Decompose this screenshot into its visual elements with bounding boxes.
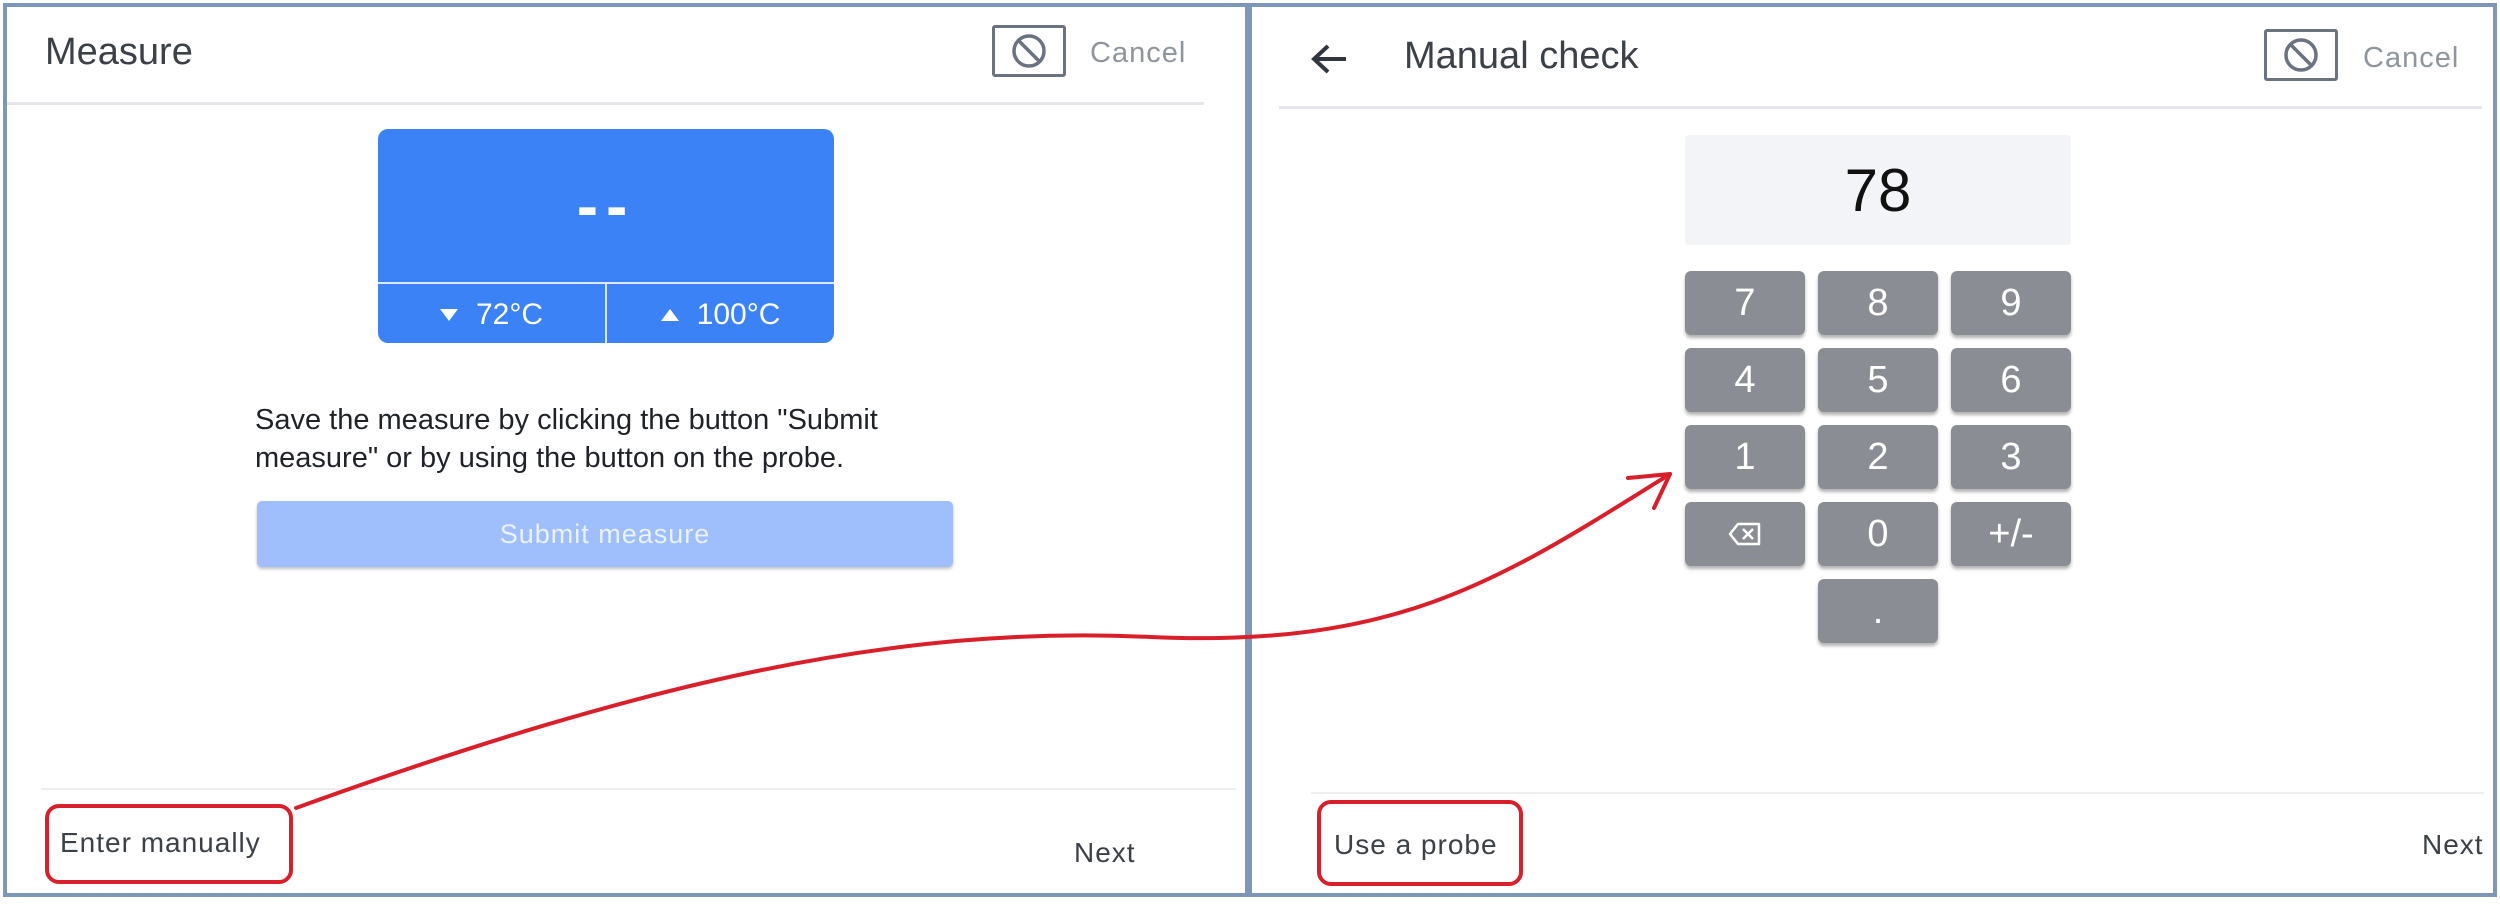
next-button[interactable]: Next (1074, 837, 1136, 869)
cancel-button[interactable]: Cancel (1090, 37, 1186, 70)
cancel-icon-button[interactable] (992, 25, 1066, 77)
measure-display: -- 72°C 100°C (378, 129, 834, 343)
manual-check-screen: Manual check Cancel 78 7 8 9 4 5 6 1 2 3… (1249, 3, 2497, 897)
key-4[interactable]: 4 (1685, 348, 1805, 412)
annotation-highlight-enter-manually (45, 804, 293, 884)
range-max-value: 100°C (696, 297, 781, 331)
key-9[interactable]: 9 (1951, 271, 2071, 335)
range-row: 72°C 100°C (378, 282, 834, 343)
submit-measure-button[interactable]: Submit measure (257, 501, 953, 567)
measure-value: -- (576, 169, 636, 242)
range-max: 100°C (605, 284, 834, 343)
key-6[interactable]: 6 (1951, 348, 2071, 412)
measure-screen: Measure Cancel -- 72°C 100°C Save the me… (3, 3, 1249, 897)
key-backspace[interactable] (1685, 502, 1805, 566)
page-title: Manual check (1404, 35, 1639, 77)
key-5[interactable]: 5 (1818, 348, 1938, 412)
instructions-text: Save the measure by clicking the button … (255, 404, 878, 474)
prohibited-icon (1012, 34, 1046, 68)
header-divider (1279, 106, 2482, 109)
annotation-highlight-use-probe (1317, 800, 1523, 886)
triangle-down-icon (439, 308, 458, 321)
manual-value-display: 78 (1685, 135, 2071, 245)
prohibited-icon (2284, 38, 2318, 72)
footer-divider (1311, 792, 2484, 794)
backspace-icon (1728, 522, 1761, 546)
key-7[interactable]: 7 (1685, 271, 1805, 335)
range-min: 72°C (378, 284, 605, 343)
key-8[interactable]: 8 (1818, 271, 1938, 335)
key-3[interactable]: 3 (1951, 425, 2071, 489)
cancel-button[interactable]: Cancel (2363, 42, 2459, 75)
page-title: Measure (45, 31, 193, 73)
key-0[interactable]: 0 (1818, 502, 1938, 566)
triangle-up-icon (660, 308, 679, 321)
next-button[interactable]: Next (2422, 829, 2484, 861)
cancel-icon-button[interactable] (2264, 29, 2338, 81)
header-divider (7, 102, 1204, 105)
footer-divider (41, 788, 1236, 790)
key-decimal[interactable]: . (1818, 579, 1938, 643)
key-2[interactable]: 2 (1818, 425, 1938, 489)
key-plus-minus[interactable]: +/- (1951, 502, 2071, 566)
range-min-value: 72°C (475, 297, 544, 331)
key-1[interactable]: 1 (1685, 425, 1805, 489)
arrow-left-icon[interactable] (1308, 41, 1350, 77)
